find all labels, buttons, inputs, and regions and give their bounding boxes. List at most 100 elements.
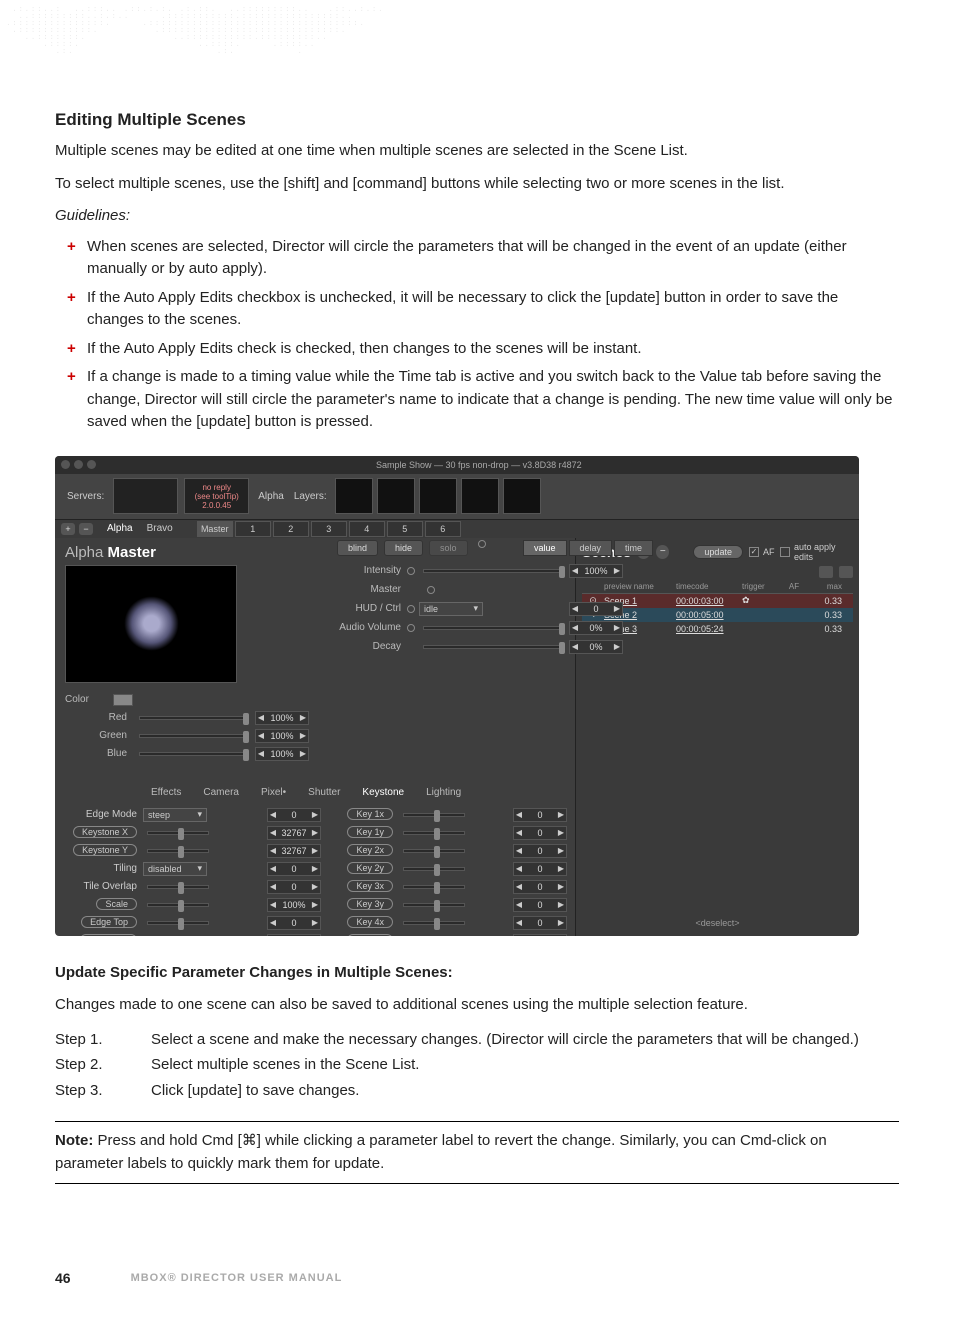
tab-layer[interactable]: 5 — [387, 521, 423, 537]
param-spinner[interactable]: ◀0▶ — [513, 916, 567, 930]
radio-icon[interactable] — [478, 540, 486, 548]
decay-spinner[interactable]: ◀0%▶ — [569, 640, 575, 654]
param-spinner[interactable]: ◀0▶ — [267, 934, 321, 936]
tab-layer[interactable]: 4 — [349, 521, 385, 537]
traffic-lights-icon[interactable] — [61, 460, 96, 469]
param-label[interactable]: Keystone Y — [73, 844, 137, 856]
hud-select[interactable]: idle▾ — [419, 602, 483, 616]
tab-lighting[interactable]: Lighting — [426, 787, 461, 798]
decay-slider[interactable] — [423, 645, 565, 649]
param-slider[interactable] — [403, 885, 465, 889]
param-spinner[interactable]: ◀100%▶ — [267, 898, 321, 912]
tab-camera[interactable]: Camera — [203, 787, 239, 798]
preview-area[interactable] — [65, 565, 237, 683]
param-label[interactable]: Key 3x — [347, 880, 393, 892]
blue-spinner[interactable]: ◀100%▶ — [255, 747, 309, 761]
param-slider[interactable] — [403, 903, 465, 907]
intensity-slider[interactable] — [423, 569, 565, 573]
blind-button[interactable]: blind — [337, 540, 378, 556]
param-spinner[interactable]: ◀0▶ — [267, 916, 321, 930]
layer-thumbnail[interactable] — [419, 478, 457, 514]
param-label[interactable]: Tile Overlap — [83, 881, 137, 892]
param-slider[interactable] — [403, 831, 465, 835]
param-spinner[interactable]: ◀0▶ — [267, 862, 321, 876]
radio-icon[interactable] — [427, 586, 435, 594]
param-label[interactable]: Keystone X — [73, 826, 137, 838]
param-label[interactable]: Blue — [65, 748, 127, 759]
red-spinner[interactable]: ◀100%▶ — [255, 711, 309, 725]
param-label[interactable]: Key 4x — [347, 916, 393, 928]
filter-icon[interactable] — [839, 566, 853, 578]
param-slider[interactable] — [403, 849, 465, 853]
filter-icon[interactable] — [819, 566, 833, 578]
tab-layer[interactable]: 3 — [311, 521, 347, 537]
param-label[interactable]: Audio Volume — [331, 622, 401, 633]
tab-alpha[interactable]: Alpha — [107, 523, 133, 534]
red-slider[interactable] — [139, 716, 249, 720]
param-slider[interactable] — [403, 921, 465, 925]
param-label[interactable]: Edge Mode — [86, 809, 137, 820]
af-checkbox[interactable]: ✓ — [749, 547, 759, 557]
param-label[interactable]: HUD / Ctrl — [331, 603, 401, 614]
param-slider[interactable] — [147, 849, 209, 853]
param-spinner[interactable]: ◀0▶ — [267, 880, 321, 894]
param-spinner[interactable]: ◀0▶ — [267, 808, 321, 822]
param-spinner[interactable]: ◀0▶ — [513, 898, 567, 912]
param-label[interactable]: Green — [65, 730, 127, 741]
remove-button[interactable]: − — [79, 523, 93, 535]
param-label[interactable]: Key 3y — [347, 898, 393, 910]
param-spinner[interactable]: ◀0▶ — [513, 808, 567, 822]
param-label[interactable]: Master — [331, 584, 401, 595]
tab-delay[interactable]: delay — [569, 540, 575, 556]
param-label[interactable]: Key 4y — [347, 934, 393, 936]
param-slider[interactable] — [147, 885, 209, 889]
server-status-thumbnail[interactable]: no reply (see toolTip) 2.0.0.45 — [184, 478, 249, 514]
solo-button[interactable]: solo — [429, 540, 468, 556]
param-label[interactable]: Edge Left — [80, 934, 137, 936]
param-label[interactable]: Edge Top — [81, 916, 137, 928]
green-spinner[interactable]: ◀100%▶ — [255, 729, 309, 743]
param-label[interactable]: Key 1y — [347, 826, 393, 838]
green-slider[interactable] — [139, 734, 249, 738]
tab-value[interactable]: value — [523, 540, 567, 556]
update-button[interactable]: update — [693, 545, 743, 559]
tab-pixel[interactable]: Pixel• — [261, 787, 286, 798]
layer-thumbnail[interactable] — [335, 478, 373, 514]
param-label[interactable]: Key 2x — [347, 844, 393, 856]
param-label[interactable]: Scale — [96, 898, 137, 910]
param-spinner[interactable]: ◀0▶ — [513, 880, 567, 894]
param-select[interactable]: disabled▾ — [143, 862, 207, 876]
layer-thumbnail[interactable] — [461, 478, 499, 514]
audio-spinner[interactable]: ◀0%▶ — [569, 621, 575, 635]
audio-slider[interactable] — [423, 626, 565, 630]
tab-bravo[interactable]: Bravo — [147, 523, 173, 534]
param-label[interactable]: Tiling — [113, 863, 137, 874]
auto-apply-checkbox[interactable] — [780, 547, 790, 557]
layer-thumbnail[interactable] — [503, 478, 541, 514]
param-slider[interactable] — [147, 831, 209, 835]
param-label[interactable]: Key 2y — [347, 862, 393, 874]
param-slider[interactable] — [147, 921, 209, 925]
param-spinner[interactable]: ◀32767▶ — [267, 844, 321, 858]
radio-icon[interactable] — [407, 624, 415, 632]
tab-effects[interactable]: Effects — [151, 787, 181, 798]
tab-layer[interactable]: 6 — [425, 521, 461, 537]
color-swatch[interactable] — [113, 694, 133, 706]
tab-layer[interactable]: 1 — [235, 521, 271, 537]
remove-scene-button[interactable]: − — [656, 545, 669, 559]
tab-layer[interactable]: 2 — [273, 521, 309, 537]
hide-button[interactable]: hide — [384, 540, 423, 556]
server-thumbnail[interactable] — [113, 478, 178, 514]
param-slider[interactable] — [147, 903, 209, 907]
radio-icon[interactable] — [407, 567, 415, 575]
param-spinner[interactable]: ◀0▶ — [513, 844, 567, 858]
param-label[interactable]: Red — [65, 712, 127, 723]
tab-shutter[interactable]: Shutter — [308, 787, 340, 798]
param-spinner[interactable]: ◀0▶ — [513, 826, 567, 840]
param-select[interactable]: steep▾ — [143, 808, 207, 822]
tab-keystone[interactable]: Keystone — [362, 787, 404, 798]
add-button[interactable]: + — [61, 523, 75, 535]
hud-spinner[interactable]: ◀0▶ — [569, 602, 575, 616]
param-spinner[interactable]: ◀0▶ — [513, 934, 567, 936]
param-slider[interactable] — [403, 813, 465, 817]
